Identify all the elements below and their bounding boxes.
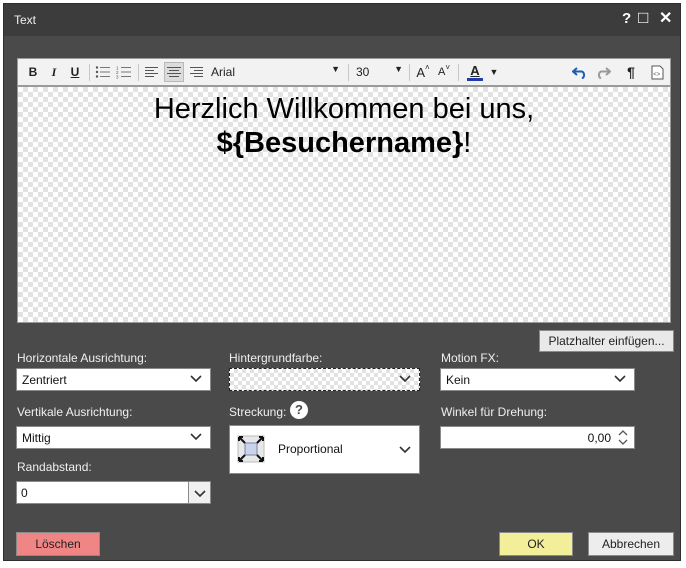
horizontal-align-select[interactable]: Zentriert bbox=[16, 368, 211, 391]
chevron-down-icon bbox=[399, 375, 411, 383]
align-right-icon[interactable] bbox=[187, 62, 205, 82]
canvas-line-2: ${Besuchername}! bbox=[18, 126, 670, 160]
stretch-select[interactable]: Proportional bbox=[229, 425, 420, 474]
grow-font-button[interactable]: A ˄ bbox=[414, 62, 432, 82]
ok-button[interactable]: OK bbox=[499, 532, 573, 556]
margin-label: Randabstand: bbox=[17, 460, 92, 474]
align-left-icon[interactable] bbox=[143, 62, 161, 82]
align-center-icon[interactable] bbox=[164, 62, 184, 82]
canvas-line-1: Herzlich Willkommen bei uns, bbox=[153, 93, 535, 125]
bold-button[interactable]: B bbox=[24, 62, 42, 82]
dialog-title: Text bbox=[14, 13, 37, 27]
horizontal-align-label: Horizontale Ausrichtung: bbox=[17, 351, 148, 365]
visitor-name-placeholder: ${Besuchername} bbox=[216, 127, 464, 159]
bullet-list-icon[interactable] bbox=[94, 62, 112, 82]
chevron-down-icon bbox=[399, 446, 411, 454]
spinner-icon[interactable] bbox=[617, 428, 629, 447]
font-size-select[interactable]: 30 ▼ bbox=[353, 62, 406, 82]
numbered-list-icon[interactable]: 123 bbox=[115, 62, 133, 82]
toolbar-separator bbox=[458, 64, 459, 81]
editor-toolbar: B I U 123 Arial ▼ 30 ▼ A ˄ A ˅ A ▼ ¶ <> bbox=[17, 58, 671, 86]
delete-button[interactable]: Löschen bbox=[16, 532, 100, 556]
vertical-align-select[interactable]: Mittig bbox=[16, 426, 211, 449]
chevron-down-icon bbox=[190, 375, 202, 383]
grow-font-glyph: A bbox=[416, 64, 425, 80]
font-color-button[interactable]: A bbox=[464, 62, 486, 82]
rotation-input[interactable]: 0,00 bbox=[440, 426, 635, 449]
horizontal-align-value: Zentriert bbox=[22, 373, 67, 387]
undo-icon[interactable] bbox=[570, 62, 590, 82]
motion-fx-select[interactable]: Kein bbox=[440, 368, 635, 391]
title-bar: Text ? □ ✕ bbox=[4, 4, 680, 36]
margin-value: 0 bbox=[21, 486, 28, 500]
text-dialog: Text ? □ ✕ B I U 123 Arial ▼ 30 ▼ A ˄ A … bbox=[3, 3, 681, 561]
help-icon[interactable]: ? bbox=[622, 11, 631, 27]
close-icon[interactable]: ✕ bbox=[659, 11, 672, 27]
background-color-select[interactable] bbox=[229, 368, 420, 391]
paragraph-mark-icon[interactable]: ¶ bbox=[622, 62, 640, 82]
rotation-value: 0,00 bbox=[587, 431, 611, 445]
source-view-icon[interactable]: <> bbox=[648, 62, 666, 82]
redo-icon[interactable] bbox=[593, 62, 613, 82]
italic-button[interactable]: I bbox=[45, 62, 63, 82]
chevron-down-icon bbox=[190, 433, 202, 441]
caret-down-icon: ▼ bbox=[331, 64, 340, 74]
vertical-align-value: Mittig bbox=[22, 431, 51, 445]
proportional-stretch-icon bbox=[237, 435, 265, 463]
background-color-label: Hintergrundfarbe: bbox=[229, 351, 323, 365]
insert-placeholder-button[interactable]: Platzhalter einfügen... bbox=[539, 330, 674, 352]
font-color-dropdown-icon[interactable]: ▼ bbox=[488, 62, 500, 82]
canvas-text: Herzlich Willkommen bei uns, ${Besuchern… bbox=[18, 92, 670, 160]
toolbar-separator bbox=[89, 64, 90, 81]
toolbar-separator bbox=[138, 64, 139, 81]
toolbar-separator bbox=[348, 64, 349, 81]
toolbar-separator bbox=[409, 64, 410, 81]
vertical-align-label: Vertikale Ausrichtung: bbox=[17, 405, 133, 419]
canvas-line-2-suffix: ! bbox=[463, 127, 472, 159]
font-size-value: 30 bbox=[356, 65, 370, 79]
chevron-down-icon bbox=[194, 490, 206, 498]
svg-text:<>: <> bbox=[653, 72, 661, 78]
shrink-font-button[interactable]: A ˅ bbox=[435, 62, 453, 82]
margin-dropdown-button[interactable] bbox=[188, 481, 211, 504]
underline-button[interactable]: U bbox=[66, 62, 84, 82]
stretch-value: Proportional bbox=[278, 442, 343, 456]
font-color-swatch bbox=[467, 77, 483, 81]
chevron-down-icon bbox=[614, 375, 626, 383]
font-family-select[interactable]: Arial ▼ bbox=[208, 62, 343, 82]
cancel-button[interactable]: Abbrechen bbox=[588, 532, 674, 556]
svg-text:3: 3 bbox=[116, 75, 119, 80]
font-color-glyph: A bbox=[470, 62, 480, 78]
arrow-up-icon: ˄ bbox=[425, 62, 430, 72]
margin-input[interactable]: 0 bbox=[16, 481, 189, 504]
motion-fx-value: Kein bbox=[446, 373, 471, 387]
rotation-label: Winkel für Drehung: bbox=[441, 405, 548, 419]
motion-fx-label: Motion FX: bbox=[441, 351, 500, 365]
shrink-font-glyph: A bbox=[437, 66, 446, 78]
caret-down-icon: ▼ bbox=[394, 64, 403, 74]
help-icon[interactable]: ? bbox=[290, 401, 308, 419]
font-family-value: Arial bbox=[211, 65, 236, 79]
arrow-down-icon: ˅ bbox=[445, 62, 450, 72]
stretch-label: Streckung: bbox=[229, 405, 287, 419]
maximize-icon[interactable]: □ bbox=[638, 9, 648, 26]
text-canvas[interactable]: Herzlich Willkommen bei uns, ${Besuchern… bbox=[17, 86, 671, 323]
